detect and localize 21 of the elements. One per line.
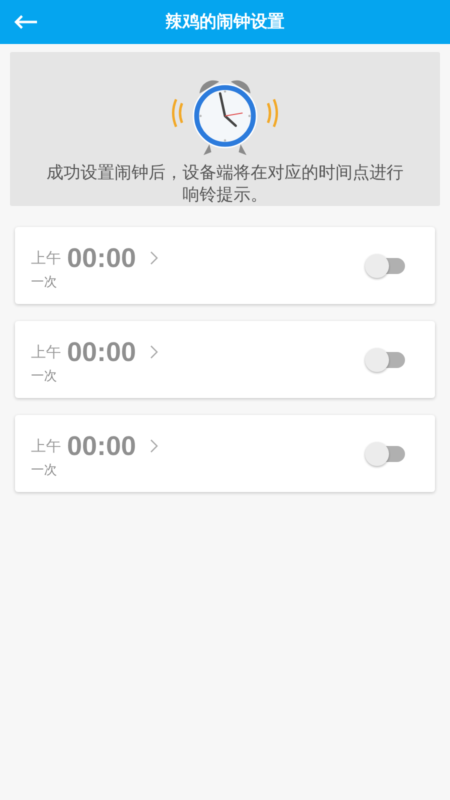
alarm-card[interactable]: 上午 00:00 一次 xyxy=(15,227,435,304)
toggle-switch[interactable] xyxy=(365,442,407,466)
repeat-label: 一次 xyxy=(31,462,58,478)
repeat-label: 一次 xyxy=(31,274,58,290)
alarm-time: 00:00 xyxy=(67,430,136,462)
toggle-switch[interactable] xyxy=(365,348,407,372)
back-arrow-icon xyxy=(14,15,38,29)
period-label: 上午 xyxy=(31,343,61,364)
period-label: 上午 xyxy=(31,249,61,270)
chevron-right-icon xyxy=(150,250,158,264)
alarm-time: 00:00 xyxy=(67,336,136,368)
period-label: 上午 xyxy=(31,437,61,458)
chevron-right-icon xyxy=(150,344,158,358)
alarm-card[interactable]: 上午 00:00 一次 xyxy=(15,415,435,492)
info-message: 成功设置闹钟后，设备端将在对应的时间点进行响铃提示。 xyxy=(46,162,404,206)
alarm-time: 00:00 xyxy=(67,242,136,274)
page-title: 辣鸡的闹钟设置 xyxy=(166,11,284,34)
repeat-label: 一次 xyxy=(31,368,58,384)
toggle-switch[interactable] xyxy=(365,254,407,278)
chevron-right-icon xyxy=(150,438,158,452)
alarm-card[interactable]: 上午 00:00 一次 xyxy=(15,321,435,398)
